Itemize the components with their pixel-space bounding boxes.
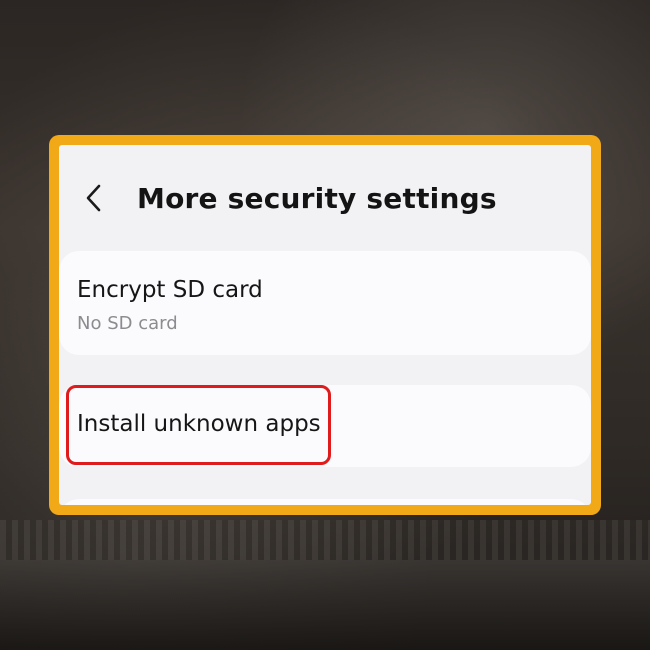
page-title: More security settings <box>137 181 497 215</box>
install-unknown-apps-title: Install unknown apps <box>77 411 321 437</box>
background-stands <box>0 520 650 560</box>
settings-screen: More security settings Encrypt SD card N… <box>59 145 591 505</box>
encrypt-sd-card-title: Encrypt SD card <box>77 277 263 303</box>
next-settings-card[interactable] <box>59 499 591 505</box>
background-field <box>0 560 650 650</box>
encrypt-sd-card-item[interactable]: Encrypt SD card No SD card <box>59 251 591 355</box>
chevron-left-icon <box>86 184 101 212</box>
app-header: More security settings <box>59 145 591 251</box>
highlight-frame: More security settings Encrypt SD card N… <box>49 135 601 515</box>
back-button[interactable] <box>81 183 107 213</box>
install-unknown-apps-item[interactable]: Install unknown apps <box>59 385 591 467</box>
encrypt-sd-card-subtitle: No SD card <box>77 313 178 334</box>
